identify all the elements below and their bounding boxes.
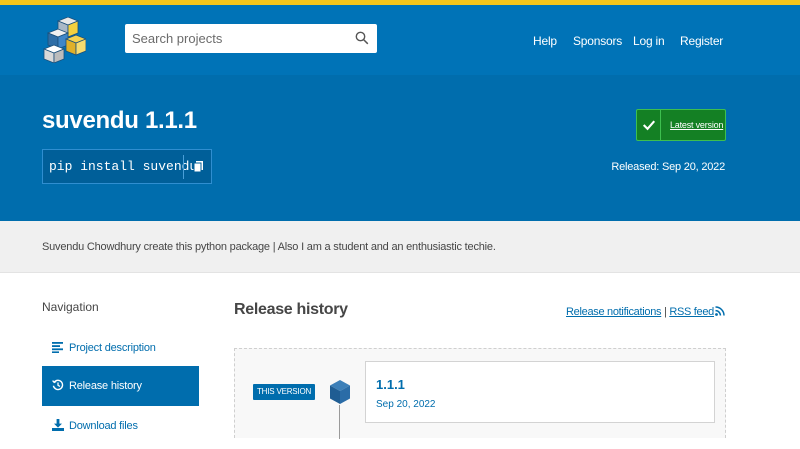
latest-version-button[interactable]: Latest version (636, 109, 726, 141)
search-box (125, 24, 377, 53)
nav-register-link[interactable]: Register (680, 34, 723, 48)
pip-command: pip install suvendu (49, 159, 198, 174)
rss-icon (715, 306, 725, 316)
release-notifications-link[interactable]: Release notifications (566, 306, 662, 318)
copy-icon[interactable] (187, 154, 211, 180)
check-icon (642, 110, 661, 140)
release-card[interactable]: 1.1.1 Sep 20, 2022 (365, 361, 715, 423)
package-summary: Suvendu Chowdhury create this python pac… (42, 241, 496, 253)
pip-divider (183, 155, 184, 179)
release-date: Released: Sep 20, 2022 (611, 161, 725, 173)
search-icon[interactable] (355, 31, 369, 45)
sidebar-item-project-description[interactable]: Project description (42, 328, 199, 368)
release-cube-icon (330, 380, 350, 404)
release-links: Release notifications | RSS feed (566, 306, 725, 318)
nav-help-link[interactable]: Help (533, 34, 557, 48)
sidebar-item-label: Release history (69, 380, 142, 392)
release-version: 1.1.1 (376, 377, 405, 392)
nav-login-link[interactable]: Log in (633, 34, 665, 48)
site-header: Help Sponsors Log in Register (0, 5, 800, 75)
pip-install-box: pip install suvendu (42, 149, 212, 184)
release-card-date: Sep 20, 2022 (376, 399, 436, 410)
release-timeline: THIS VERSION 1.1.1 Sep 20, 2022 (234, 348, 726, 439)
package-banner: suvendu 1.1.1 pip install suvendu Latest… (0, 75, 800, 221)
sidebar-item-download-files[interactable]: Download files (42, 406, 199, 446)
sidebar-heading: Navigation (42, 300, 99, 314)
pypi-logo-icon[interactable] (40, 17, 86, 63)
history-icon (52, 379, 64, 391)
rss-feed-link[interactable]: RSS feed (669, 306, 725, 318)
latest-version-label: Latest version (670, 120, 724, 130)
release-history-title: Release history (234, 301, 348, 318)
rss-feed-label: RSS feed (669, 306, 714, 318)
nav-sponsors-link[interactable]: Sponsors (573, 34, 622, 48)
sidebar-item-label: Download files (69, 420, 138, 432)
this-version-badge: THIS VERSION (253, 384, 316, 400)
download-icon (52, 419, 64, 431)
timeline-line (339, 405, 340, 439)
sidebar-item-label: Project description (69, 342, 156, 354)
align-left-icon (52, 342, 63, 353)
package-summary-band: Suvendu Chowdhury create this python pac… (0, 221, 800, 273)
search-input[interactable] (125, 24, 345, 53)
package-title: suvendu 1.1.1 (42, 107, 197, 134)
sidebar-item-release-history[interactable]: Release history (42, 366, 199, 406)
